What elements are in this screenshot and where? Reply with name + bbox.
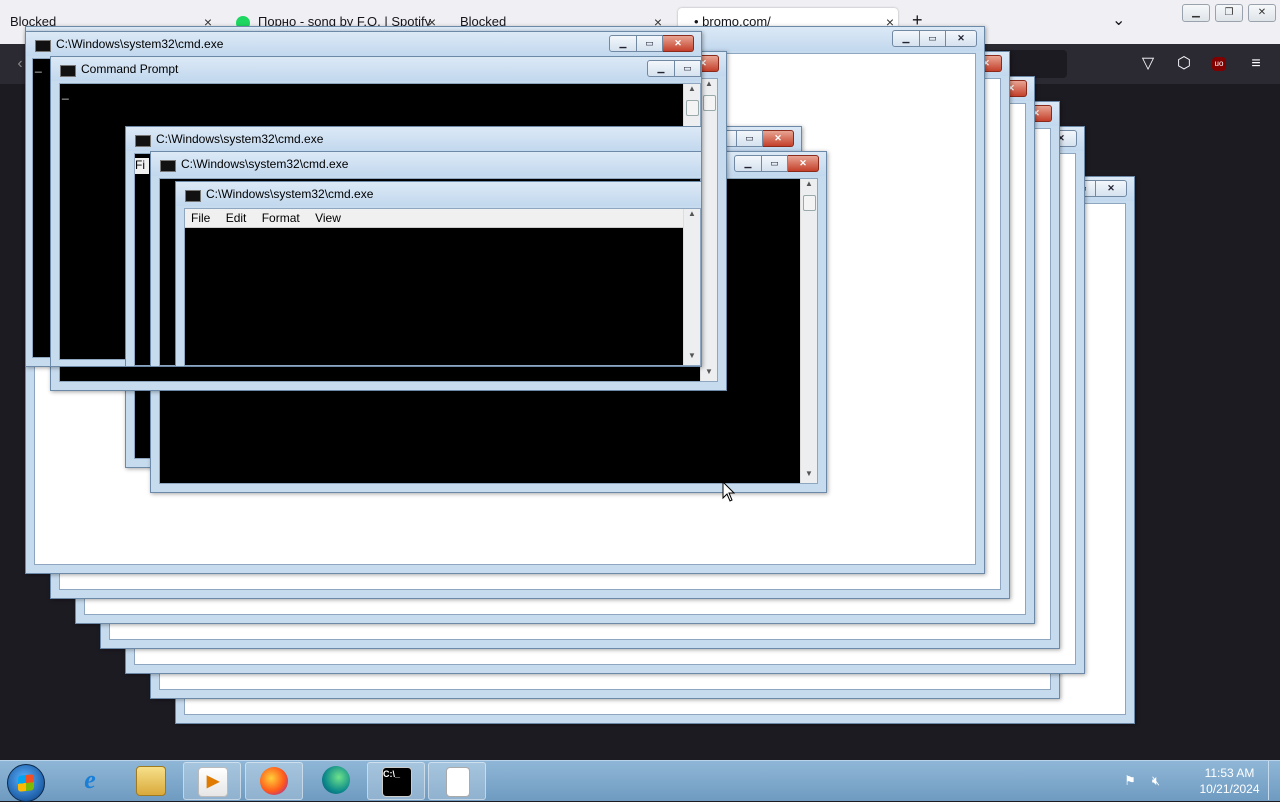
taskbar-edge[interactable] [308, 762, 364, 798]
close-window-button[interactable]: ✕ [1248, 4, 1276, 22]
notepad-icon [446, 767, 470, 797]
maximize-button[interactable]: ▭ [920, 30, 946, 47]
menu-format[interactable]: Format [256, 209, 306, 227]
menu-file[interactable]: File [185, 209, 216, 227]
title-buttons: ▁ ▭ [647, 60, 701, 77]
close-button[interactable]: ✕ [1096, 180, 1127, 197]
action-center-icon[interactable]: ⚑ [1122, 773, 1138, 789]
pocket-icon[interactable]: ▽ [1138, 54, 1158, 74]
media-player-icon: ▶ [198, 767, 228, 797]
taskbar-ie[interactable]: e [62, 762, 118, 798]
scroll-down-icon[interactable]: ▼ [684, 351, 700, 365]
edge-icon [322, 766, 350, 794]
firefox-icon [260, 767, 288, 795]
window-title: C:\Windows\system32\cmd.exe [156, 132, 324, 146]
window-title: C:\Windows\system32\cmd.exe [206, 187, 374, 201]
close-button[interactable]: ✕ [946, 30, 977, 47]
scroll-thumb[interactable] [703, 95, 716, 111]
ie-icon: e [84, 765, 96, 794]
scroll-thumb[interactable] [686, 100, 699, 116]
cmd-icon [35, 40, 51, 52]
title-buttons: ▁ ▭ ✕ [734, 155, 819, 172]
cmd-icon [185, 190, 201, 202]
cmd-icon [160, 160, 176, 172]
windows-logo-icon [18, 774, 34, 792]
console-cursor: _ [35, 59, 42, 73]
scroll-thumb[interactable] [803, 195, 816, 211]
close-button[interactable]: ✕ [763, 130, 794, 147]
taskbar-media-player[interactable]: ▶ [183, 762, 241, 800]
folder-icon [136, 766, 166, 796]
clock[interactable]: 11:53 AM 10/21/2024 [1192, 765, 1267, 797]
window-title: Command Prompt [81, 62, 179, 76]
scroll-up-icon[interactable]: ▲ [801, 179, 817, 193]
menu-icon[interactable]: ≡ [1246, 54, 1266, 74]
restore-button[interactable]: ❐ [1215, 4, 1243, 22]
minimize-button[interactable]: ▁ [892, 30, 920, 47]
taskbar-cmd[interactable]: C:\_ [367, 762, 425, 800]
title-buttons: ▁ ▭ ✕ [892, 30, 977, 47]
minimize-button[interactable]: ▁ [1182, 4, 1210, 22]
minimize-button[interactable]: ▁ [734, 155, 762, 172]
console-area[interactable]: File Edit Format View ▲ ▼ [184, 208, 701, 366]
clock-time: 11:53 AM [1204, 766, 1255, 780]
taskbar-firefox[interactable] [245, 762, 303, 800]
show-desktop-button[interactable] [1268, 761, 1280, 800]
window-title: C:\Windows\system32\cmd.exe [181, 157, 349, 171]
taskbar-notepad[interactable] [428, 762, 486, 800]
maximize-button[interactable]: ▭ [675, 60, 701, 77]
start-button[interactable] [7, 764, 45, 802]
extensions-icon[interactable]: ⬡ [1174, 54, 1194, 74]
maximize-button[interactable]: ▭ [637, 35, 663, 52]
scroll-up-icon[interactable]: ▲ [701, 79, 717, 93]
console-cursor: _ [62, 86, 69, 100]
partial-menu: Fi [135, 158, 149, 174]
window-title: C:\Windows\system32\cmd.exe [56, 37, 224, 51]
minimize-button[interactable]: ▁ [647, 60, 675, 77]
vertical-scrollbar[interactable]: ▲ ▼ [700, 79, 717, 381]
taskbar-explorer[interactable] [122, 762, 178, 798]
maximize-button[interactable]: ▭ [737, 130, 763, 147]
menu-bar: File Edit Format View [185, 209, 700, 228]
mouse-cursor-icon [722, 481, 736, 502]
clock-date: 10/21/2024 [1199, 782, 1260, 796]
ublock-icon[interactable]: uo [1212, 57, 1226, 71]
close-button[interactable]: ✕ [788, 155, 819, 172]
volume-muted-icon[interactable]: 🔇︎ [1148, 773, 1164, 789]
menu-view[interactable]: View [309, 209, 347, 227]
minimize-button[interactable]: ▁ [609, 35, 637, 52]
cmd-taskbar-icon: C:\_ [382, 767, 412, 797]
close-button[interactable]: ✕ [663, 35, 694, 52]
scroll-up-icon[interactable]: ▲ [684, 209, 700, 223]
maximize-button[interactable]: ▭ [762, 155, 788, 172]
cmd-window-5: C:\Windows\system32\cmd.exe File Edit Fo… [175, 181, 702, 367]
cmd-icon [60, 65, 76, 77]
vertical-scrollbar[interactable]: ▲ ▼ [683, 209, 700, 365]
scroll-up-icon[interactable]: ▲ [684, 84, 700, 98]
title-buttons: ▁ ▭ ✕ [609, 35, 694, 52]
menu-edit[interactable]: Edit [220, 209, 253, 227]
cmd-icon [135, 135, 151, 147]
scroll-down-icon[interactable]: ▼ [701, 367, 717, 381]
vertical-scrollbar[interactable]: ▲ ▼ [800, 179, 817, 483]
list-all-tabs-icon[interactable]: ⌄ [1112, 10, 1125, 30]
scroll-down-icon[interactable]: ▼ [801, 469, 817, 483]
